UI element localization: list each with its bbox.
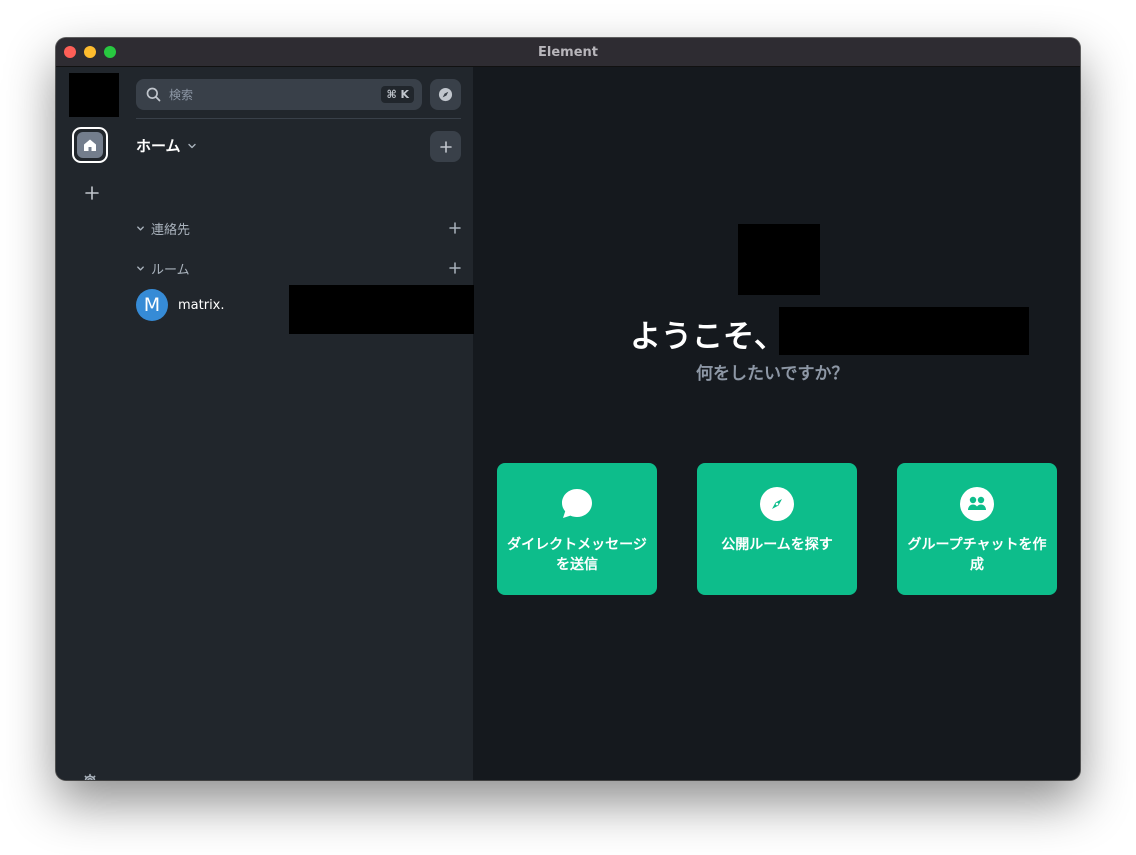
group-icon xyxy=(960,487,994,521)
add-room-button[interactable] xyxy=(430,131,461,162)
room-list-panel: 検索 ⌘ K ホーム 連絡先 ルーム M matrix. xyxy=(123,67,526,780)
redaction-box xyxy=(779,307,1029,355)
action-label: ダイレクトメッセージを送信 xyxy=(507,537,647,573)
section-header-contacts[interactable]: 連絡先 xyxy=(136,218,461,238)
plus-icon[interactable] xyxy=(449,262,461,274)
plus-icon[interactable] xyxy=(449,222,461,234)
compass-icon xyxy=(760,487,794,521)
search-divider xyxy=(136,118,461,119)
title-bar: Element xyxy=(56,38,1080,67)
home-page: ようこそ、 何をしたいですか？ ダイレクトメッセージを送信 公開ルームを探す グ… xyxy=(474,67,1080,780)
section-label: ルーム xyxy=(151,262,190,278)
quick-settings-button[interactable] xyxy=(80,771,100,780)
action-label: グループチャットを作成 xyxy=(907,537,1047,573)
room-avatar: M xyxy=(136,289,168,321)
plus-icon xyxy=(85,186,99,200)
maximize-window-button[interactable] xyxy=(104,46,116,58)
chevron-down-icon xyxy=(137,225,144,231)
welcome-subtitle: 何をしたいですか？ xyxy=(696,364,849,384)
window-title: Element xyxy=(538,44,598,60)
chat-bubble-icon xyxy=(560,487,594,521)
section-label: 連絡先 xyxy=(151,222,191,238)
action-label: 公開ルームを探す xyxy=(721,537,833,553)
search-input[interactable]: 検索 ⌘ K xyxy=(136,79,422,110)
home-icon xyxy=(77,132,103,158)
explore-rooms-button[interactable] xyxy=(430,79,461,110)
home-title: ホーム xyxy=(136,137,181,155)
window-controls xyxy=(64,46,116,58)
chevron-down-icon xyxy=(187,143,196,148)
section-header-rooms[interactable]: ルーム xyxy=(136,258,461,278)
search-shortcut-badge: ⌘ K xyxy=(381,86,414,103)
send-dm-button[interactable]: ダイレクトメッセージを送信 xyxy=(497,463,657,595)
app-window: Element 検索 ⌘ K ホーム 連絡先 ルーム M matrix. ようこ… xyxy=(56,38,1080,780)
space-bar xyxy=(56,67,123,780)
create-space-button[interactable] xyxy=(80,181,104,205)
gear-icon xyxy=(84,773,96,780)
room-list-item[interactable]: M matrix. xyxy=(136,289,225,321)
redaction-box xyxy=(738,224,820,295)
close-window-button[interactable] xyxy=(64,46,76,58)
create-group-chat-button[interactable]: グループチャットを作成 xyxy=(897,463,1057,595)
explore-public-rooms-button[interactable]: 公開ルームを探す xyxy=(697,463,857,595)
home-space-button[interactable] xyxy=(72,127,108,163)
user-avatar[interactable] xyxy=(69,73,119,117)
room-name: matrix. xyxy=(178,297,225,313)
compass-icon xyxy=(438,87,453,102)
chevron-down-icon xyxy=(137,265,144,271)
plus-icon xyxy=(439,140,452,153)
minimize-window-button[interactable] xyxy=(84,46,96,58)
search-icon xyxy=(146,87,161,102)
search-placeholder: 検索 xyxy=(169,88,194,102)
welcome-heading: ようこそ、 xyxy=(630,319,785,355)
home-context-menu[interactable]: ホーム xyxy=(136,135,197,156)
